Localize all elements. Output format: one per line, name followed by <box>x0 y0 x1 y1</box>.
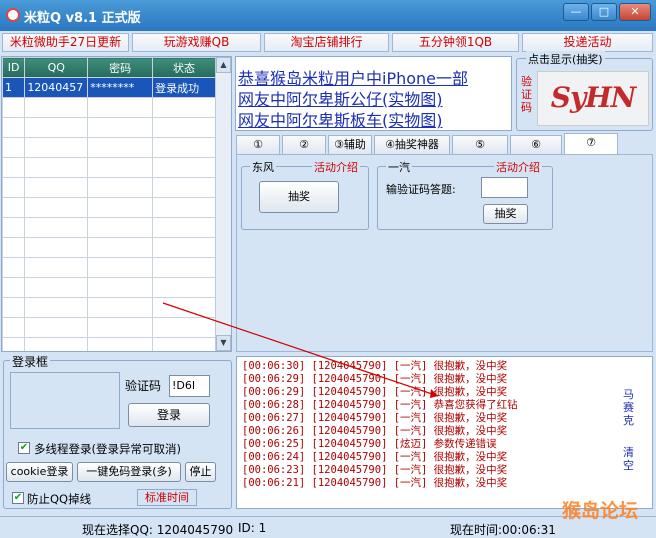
status-id: ID: 1 <box>238 521 267 535</box>
status-selected-qq: 现在选择QQ: 1204045790 <box>82 523 234 537</box>
status-time: 现在时间:00:06:31 <box>450 523 556 537</box>
watermark-logo: 猴岛论坛 <box>562 500 639 522</box>
annotation-arrow <box>162 302 439 398</box>
status-bar: 现在选择QQ: 1204045790 ID: 1 现在时间:00:06:31 <box>0 516 656 538</box>
